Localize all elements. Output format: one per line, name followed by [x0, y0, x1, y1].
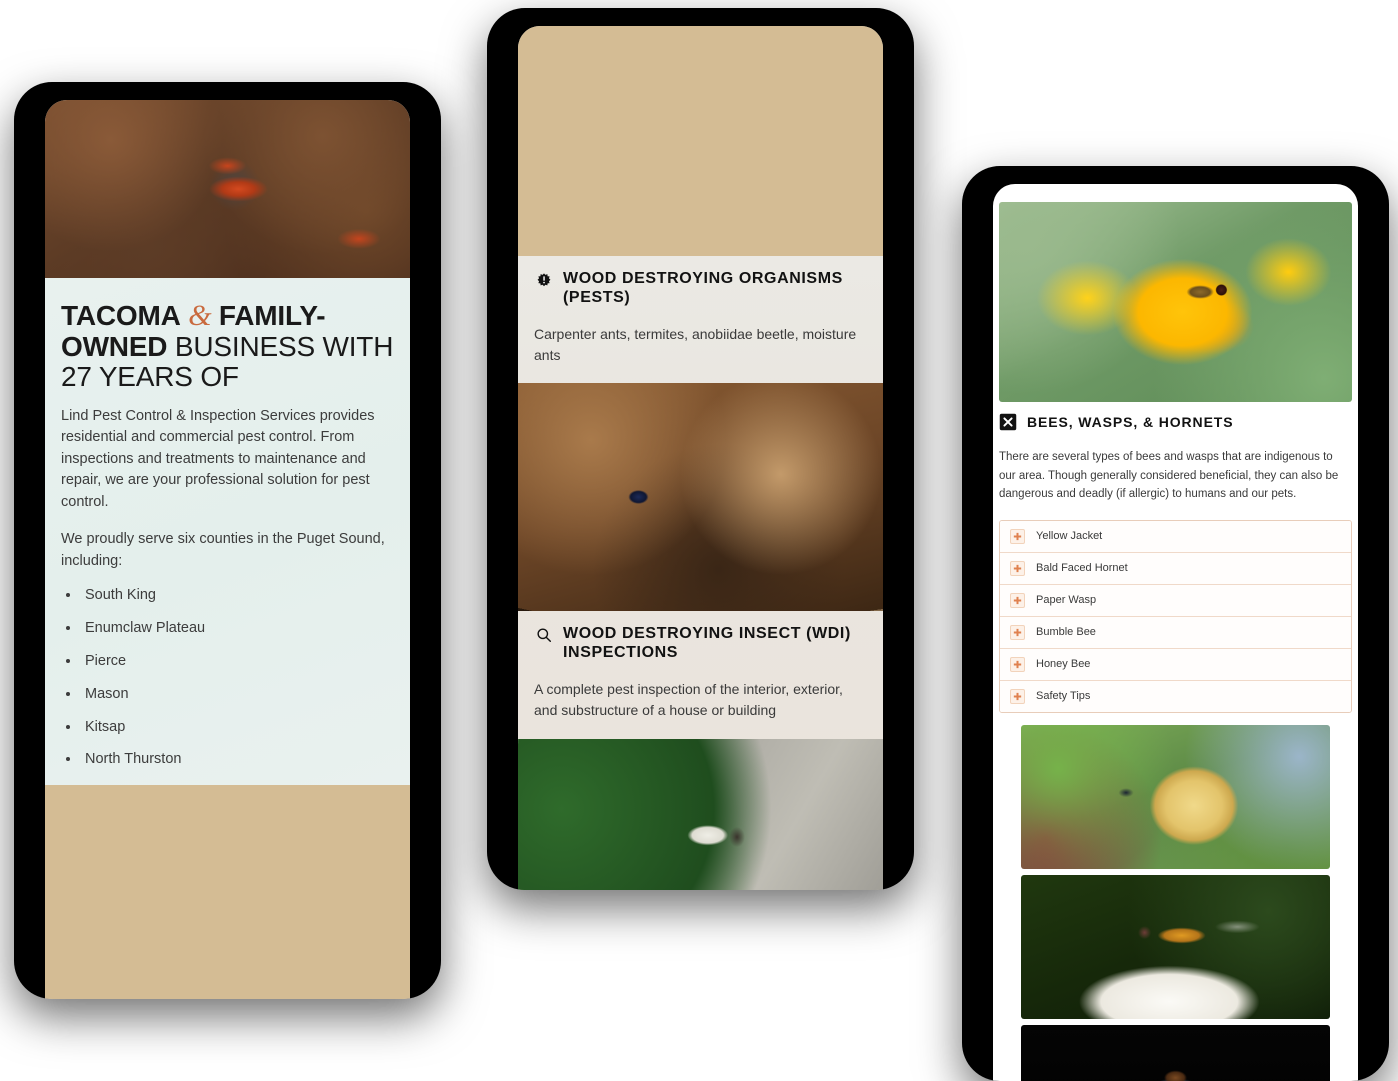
plus-icon[interactable]	[1010, 592, 1025, 608]
bees-section-title: BEES, WASPS, & HORNETS	[1027, 413, 1234, 430]
red-ants-on-soil-photo	[45, 100, 410, 278]
accordion-item-label: Yellow Jacket	[1036, 530, 1103, 543]
accordion-item-honey-bee[interactable]: Honey Bee	[1000, 648, 1351, 681]
grey-ants-on-sand-photo	[45, 785, 410, 999]
page-title-part1: TACOMA	[61, 300, 181, 331]
phone-right-content: BEES, WASPS, & HORNETS There are several…	[993, 184, 1358, 1081]
counties-intro-paragraph: We proudly serve six counties in the Pug…	[61, 531, 385, 569]
bees-section-header: BEES, WASPS, & HORNETS	[999, 412, 1352, 431]
grey-ants-on-sand-photo	[518, 26, 883, 256]
phone-right-screen: BEES, WASPS, & HORNETS There are several…	[993, 184, 1358, 1081]
phone-left-screen: TACOMA & FAMILY-OWNED BUSINESS WITH 27 Y…	[45, 100, 410, 999]
wasp-on-apple-photo	[1021, 724, 1330, 869]
phone-left-content: TACOMA & FAMILY-OWNED BUSINESS WITH 27 Y…	[45, 100, 410, 999]
accordion-item-bumble-bee[interactable]: Bumble Bee	[1000, 616, 1351, 649]
close-x-icon	[999, 413, 1017, 431]
bug-icon	[534, 271, 553, 290]
accordion-item-label: Bumble Bee	[1036, 626, 1096, 639]
plus-icon[interactable]	[1010, 656, 1025, 672]
list-item: North Thurston	[81, 750, 394, 769]
counties-list: South King Enumclaw Plateau Pierce Mason…	[81, 586, 394, 769]
plus-icon[interactable]	[1010, 688, 1025, 704]
list-item: Pierce	[81, 652, 394, 671]
accordion-item-bald-faced-hornet[interactable]: Bald Faced Hornet	[1000, 552, 1351, 585]
wdi-section-body: A complete pest inspection of the interi…	[534, 680, 843, 718]
bees-gallery	[993, 724, 1358, 1081]
accordion-item-label: Bald Faced Hornet	[1036, 562, 1128, 575]
list-item: South King	[81, 586, 394, 605]
page-title: TACOMA & FAMILY-OWNED BUSINESS WITH 27 Y…	[61, 300, 394, 396]
rat-on-pavement-photo	[518, 738, 883, 890]
plus-icon[interactable]	[1010, 560, 1025, 576]
list-item: Mason	[81, 685, 394, 704]
bee-head-on-dark-photo	[1021, 1024, 1330, 1081]
accordion-item-label: Paper Wasp	[1036, 594, 1097, 607]
bee-types-accordion[interactable]: Yellow Jacket Bald Faced Hornet Paper Wa…	[999, 519, 1352, 713]
wdo-section-title: WOOD DESTROYING ORGANISMS (PESTS)	[563, 270, 843, 306]
phone-middle-screen: WOOD DESTROYING ORGANISMS (PESTS) Carpen…	[518, 26, 883, 890]
blue-beetle-forest-floor-photo	[518, 382, 883, 611]
bees-section-body: There are several types of bees and wasp…	[999, 451, 1339, 501]
wdi-section-header: WOOD DESTROYING INSECT (WDI) INSPECTIONS	[534, 625, 867, 663]
ampersand-glyph: &	[188, 300, 212, 332]
accordion-item-label: Honey Bee	[1036, 658, 1091, 671]
hero-image-wrap	[993, 184, 1358, 402]
phone-mockup-right: BEES, WASPS, & HORNETS There are several…	[962, 166, 1389, 1081]
phone-left-text-block: TACOMA & FAMILY-OWNED BUSINESS WITH 27 Y…	[45, 300, 410, 769]
accordion-item-safety-tips[interactable]: Safety Tips	[1000, 680, 1351, 712]
wdo-section-header: WOOD DESTROYING ORGANISMS (PESTS)	[534, 270, 867, 308]
plus-icon[interactable]	[1010, 528, 1025, 544]
accordion-item-yellow-jacket[interactable]: Yellow Jacket	[1000, 520, 1351, 553]
hoverfly-on-yellow-poppy-photo	[999, 202, 1352, 402]
page-title-part4: EXCELLENCE	[61, 391, 244, 396]
list-item: Kitsap	[81, 718, 394, 737]
bees-section: BEES, WASPS, & HORNETS There are several…	[993, 412, 1358, 713]
hoverfly-on-white-flower-photo	[1021, 874, 1330, 1019]
wdi-section: WOOD DESTROYING INSECT (WDI) INSPECTIONS…	[518, 625, 883, 721]
wdo-section-body: Carpenter ants, termites, anobiidae beet…	[534, 325, 857, 363]
phone-middle-content: WOOD DESTROYING ORGANISMS (PESTS) Carpen…	[518, 26, 883, 890]
search-icon	[534, 626, 553, 645]
wdo-section: WOOD DESTROYING ORGANISMS (PESTS) Carpen…	[518, 270, 883, 366]
accordion-item-label: Safety Tips	[1036, 690, 1091, 703]
wdi-section-title: WOOD DESTROYING INSECT (WDI) INSPECTIONS	[563, 624, 851, 661]
mockup-stage: TACOMA & FAMILY-OWNED BUSINESS WITH 27 Y…	[0, 0, 1398, 1081]
phone-mockup-left: TACOMA & FAMILY-OWNED BUSINESS WITH 27 Y…	[14, 82, 441, 999]
plus-icon[interactable]	[1010, 624, 1025, 640]
phone-mockup-middle: WOOD DESTROYING ORGANISMS (PESTS) Carpen…	[487, 8, 914, 890]
intro-paragraph: Lind Pest Control & Inspection Services …	[61, 408, 375, 510]
accordion-item-paper-wasp[interactable]: Paper Wasp	[1000, 584, 1351, 617]
list-item: Enumclaw Plateau	[81, 619, 394, 638]
